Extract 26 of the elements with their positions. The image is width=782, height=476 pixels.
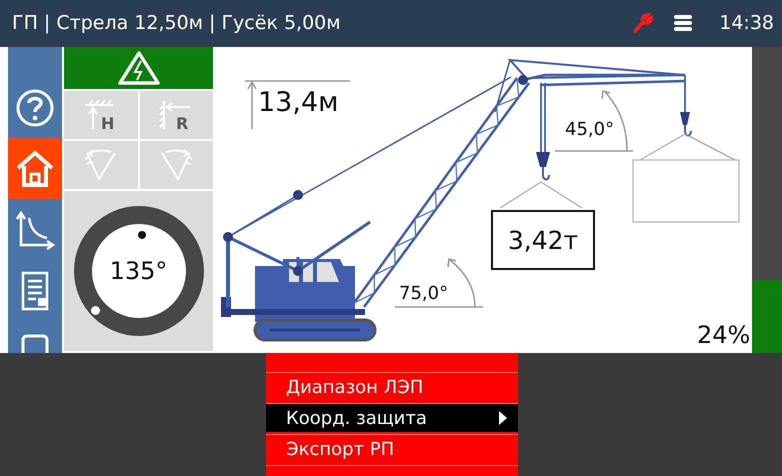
wrench-icon[interactable] xyxy=(631,12,654,34)
position-dot xyxy=(90,306,100,315)
sidebar-item[interactable] xyxy=(8,138,62,199)
hook-height: 13,4м xyxy=(258,87,338,118)
menu-item[interactable]: Коорд. защита xyxy=(266,403,518,432)
radius-limit-label: R xyxy=(176,114,189,131)
jib-angle: 45,0° xyxy=(565,119,614,140)
load-percent: 24% xyxy=(697,321,750,349)
clock: 14:38 xyxy=(719,12,774,34)
menu-icon[interactable] xyxy=(673,14,694,32)
slew-angle: 135° xyxy=(110,257,168,285)
boom-angle: 75,0° xyxy=(399,283,448,304)
menu-item-label: Диапазон ЛЭП xyxy=(286,376,424,398)
menu-item-label: Экспорт РП xyxy=(286,438,394,460)
menu-item-label: Коорд. защита xyxy=(286,408,427,428)
window-title: ГП | Стрела 12,50м | Гусёк 5,00м xyxy=(12,12,342,34)
help-icon xyxy=(15,88,55,128)
limit-button[interactable]: H xyxy=(64,91,138,139)
high-voltage-icon xyxy=(116,50,160,86)
home-icon xyxy=(15,148,55,188)
chart-icon xyxy=(15,210,55,250)
height-limit-label: H xyxy=(100,114,114,131)
document-icon xyxy=(19,270,51,310)
load-weight: 3,42т xyxy=(491,210,595,270)
power-line-button[interactable] xyxy=(64,47,213,89)
limit-button[interactable]: R xyxy=(140,91,213,139)
